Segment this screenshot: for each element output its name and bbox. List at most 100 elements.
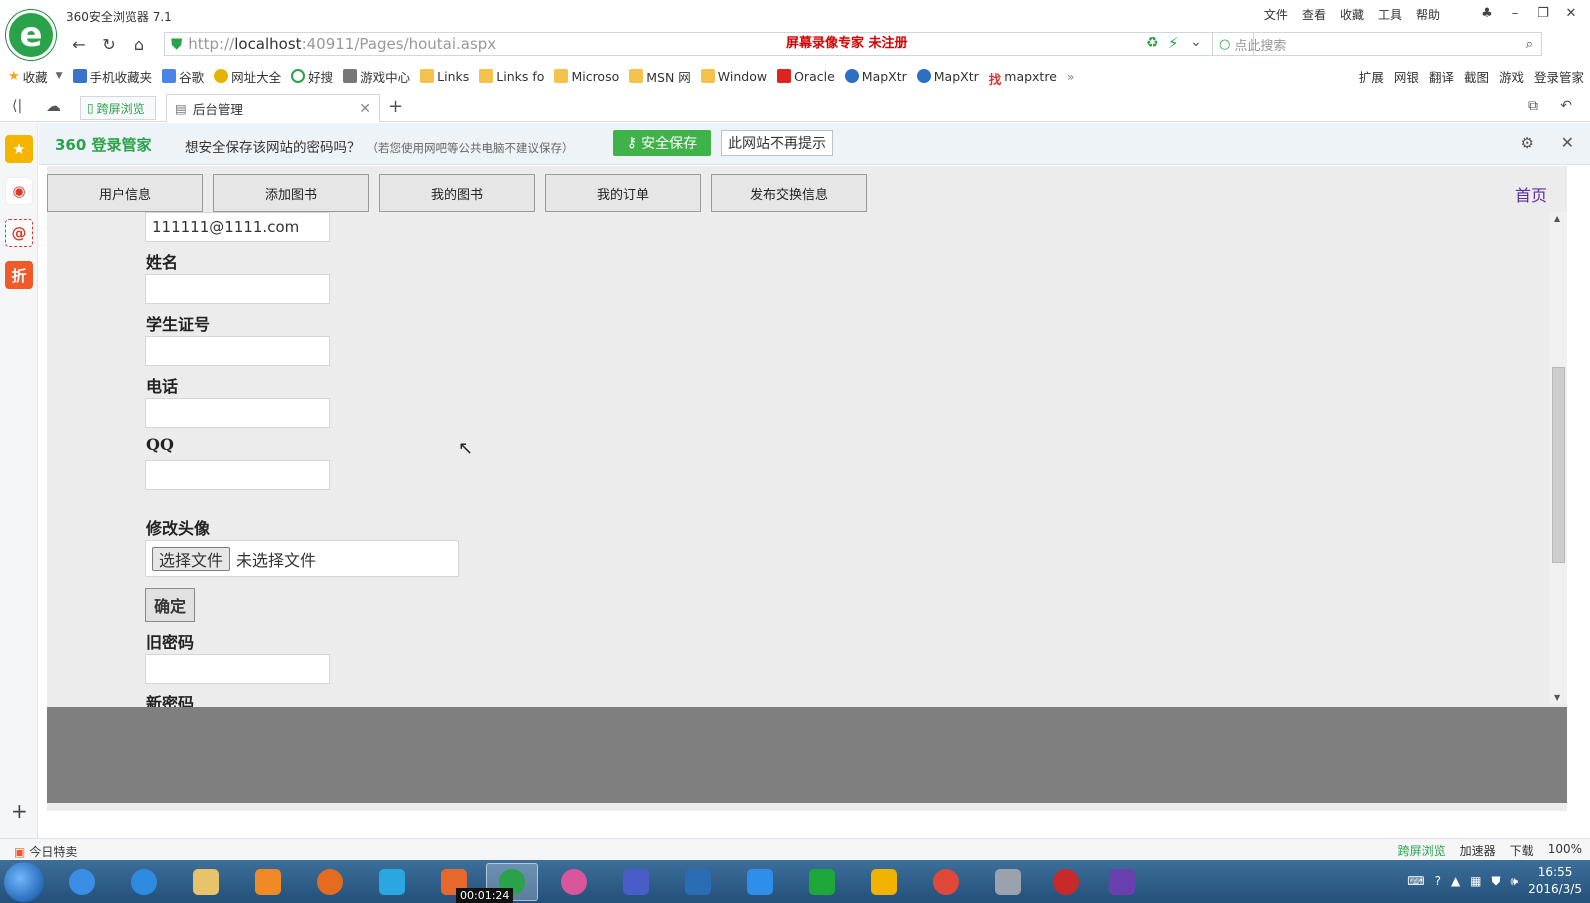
bookmark-item[interactable]: MapXtr xyxy=(844,69,907,84)
gear-icon[interactable]: ⚙ xyxy=(1521,134,1534,152)
cloud-icon[interactable]: ☁ xyxy=(46,97,61,115)
compat-icon[interactable]: ♻ xyxy=(1146,35,1159,51)
photo-icon[interactable] xyxy=(548,863,600,901)
sidebar-toggle-icon[interactable]: ⟨| xyxy=(12,98,22,114)
login-manager-button[interactable]: 登录管家 xyxy=(1534,67,1584,86)
netbank-button[interactable]: 网银 xyxy=(1394,67,1419,86)
refresh-icon[interactable]: ↻ xyxy=(96,32,122,56)
recorder-icon[interactable] xyxy=(1040,863,1092,901)
green-app-icon[interactable] xyxy=(796,863,848,901)
download-button[interactable]: 下载 xyxy=(1510,842,1534,859)
ie-icon[interactable] xyxy=(118,863,170,901)
lightning-icon[interactable]: ⚡ xyxy=(1168,34,1179,52)
weibo-icon[interactable]: ◉ xyxy=(5,177,33,205)
security-icon[interactable]: ⛊ xyxy=(1492,874,1501,889)
secure-save-button[interactable]: ⚷ 安全保存 xyxy=(613,130,711,156)
bookmark-item[interactable]: Microso xyxy=(554,69,619,84)
bookmark-item[interactable]: 谷歌 xyxy=(162,67,204,86)
visual-studio-icon[interactable] xyxy=(1096,863,1148,901)
bookmark-item[interactable]: Links fo xyxy=(479,69,544,84)
computer-icon[interactable] xyxy=(672,863,724,901)
scroll-thumb[interactable] xyxy=(1552,367,1565,563)
infinity-icon[interactable] xyxy=(610,863,662,901)
scroll-up-icon[interactable]: ▲ xyxy=(1554,214,1560,223)
bookmark-item[interactable]: Window xyxy=(700,69,767,84)
bookmark-item[interactable]: MSN 网 xyxy=(629,67,691,86)
bookmark-item[interactable]: ★ 收藏 ▼ xyxy=(8,67,63,86)
bookmark-item[interactable]: 好搜 xyxy=(291,67,333,86)
chevron-down-icon[interactable]: ⌄ xyxy=(1190,34,1202,50)
baidu-icon[interactable] xyxy=(734,863,786,901)
split-browse-status[interactable]: 跨屏浏览 xyxy=(1398,842,1446,859)
bookmark-item[interactable]: 游戏中心 xyxy=(343,67,410,86)
zoom-level[interactable]: 100% xyxy=(1548,842,1582,859)
skin-icon[interactable]: ♣ xyxy=(1474,3,1500,23)
keyboard-icon[interactable]: ⌨ xyxy=(1407,874,1424,888)
student-id-input[interactable] xyxy=(145,336,330,366)
tab-split-browse[interactable]: ▯ 跨屏浏览 xyxy=(80,96,156,120)
mail-icon[interactable]: @ xyxy=(5,219,33,247)
menu-favorites[interactable]: 收藏 xyxy=(1340,6,1364,23)
bookmark-item[interactable]: Links xyxy=(420,69,469,84)
nav-user-info-button[interactable]: 用户信息 xyxy=(47,174,203,212)
add-icon[interactable]: + xyxy=(11,799,28,823)
menu-tools[interactable]: 工具 xyxy=(1378,6,1402,23)
confirm-button[interactable]: 确定 xyxy=(145,588,195,622)
vertical-scrollbar[interactable]: ▲ ▼ xyxy=(1550,212,1567,704)
email-field[interactable]: 111111@1111.com xyxy=(145,212,330,242)
tiles-icon[interactable] xyxy=(858,863,910,901)
minimize-button[interactable]: – xyxy=(1502,3,1528,23)
more-bookmarks-icon[interactable]: » xyxy=(1067,69,1075,84)
bookmark-item[interactable]: 网址大全 xyxy=(214,67,281,86)
start-button[interactable] xyxy=(4,862,44,902)
nav-add-book-button[interactable]: 添加图书 xyxy=(213,174,369,212)
bookmark-item[interactable]: MapXtr xyxy=(916,69,979,84)
tray-expand-icon[interactable]: ▲ xyxy=(1451,874,1460,888)
chevron-down-icon[interactable]: ▼ xyxy=(56,71,63,81)
cloud-app-icon[interactable] xyxy=(366,863,418,901)
taskbar-app-icon[interactable] xyxy=(56,863,108,901)
accelerator-button[interactable]: 加速器 xyxy=(1460,842,1496,859)
app-icon[interactable] xyxy=(304,863,356,901)
phone-input[interactable] xyxy=(145,398,330,428)
search-input[interactable]: ○ 点此搜索 ⌕ xyxy=(1212,32,1542,56)
translate-button[interactable]: 翻译 xyxy=(1429,67,1454,86)
extensions-button[interactable]: 扩展 xyxy=(1359,67,1384,86)
bookmark-item[interactable]: 手机收藏夹 xyxy=(72,67,152,86)
chrome-icon[interactable] xyxy=(920,863,972,901)
tools-icon[interactable] xyxy=(982,863,1034,901)
nav-my-books-button[interactable]: 我的图书 xyxy=(379,174,535,212)
menu-view[interactable]: 查看 xyxy=(1302,6,1326,23)
bookmark-item[interactable]: 找 mapxtre xyxy=(989,69,1057,88)
search-icon[interactable]: ⌕ xyxy=(1526,37,1533,52)
name-input[interactable] xyxy=(145,274,330,304)
maximize-button[interactable]: ❐ xyxy=(1530,3,1556,23)
close-icon[interactable]: ✕ xyxy=(359,101,371,117)
nav-publish-exchange-button[interactable]: 发布交换信息 xyxy=(711,174,867,212)
clock[interactable]: 16:55 2016/3/5 xyxy=(1528,864,1582,898)
restore-tabs-icon[interactable]: ⧉ xyxy=(1528,98,1538,114)
favorites-star-icon[interactable]: ★ xyxy=(5,135,33,163)
discount-icon[interactable]: 折 xyxy=(5,261,33,289)
help-icon[interactable]: ? xyxy=(1435,874,1441,888)
qq-input[interactable] xyxy=(145,460,330,490)
browser-logo-icon[interactable]: e xyxy=(6,10,56,60)
back-icon[interactable]: ← xyxy=(66,32,92,56)
old-password-input[interactable] xyxy=(145,654,330,684)
url-input[interactable]: ⛊ http://localhost:40911/Pages/houtai.as… xyxy=(164,32,1254,56)
close-icon[interactable]: ✕ xyxy=(1561,133,1574,152)
menu-file[interactable]: 文件 xyxy=(1264,6,1288,23)
network-icon[interactable]: ▦ xyxy=(1470,874,1481,888)
close-window-button[interactable]: ✕ xyxy=(1558,3,1584,23)
media-player-icon[interactable] xyxy=(242,863,294,901)
choose-file-button[interactable]: 选择文件 xyxy=(152,546,231,571)
bookmark-item[interactable]: Oracle xyxy=(777,69,835,84)
never-remind-button[interactable]: 此网站不再提示 xyxy=(721,130,833,156)
avatar-file-input[interactable]: 选择文件 未选择文件 xyxy=(145,540,459,577)
volume-icon[interactable]: 🕪 xyxy=(1511,874,1519,889)
tab-houtai[interactable]: ▤ 后台管理 ✕ xyxy=(166,94,380,122)
undo-icon[interactable]: ↶ xyxy=(1560,98,1572,114)
new-tab-button[interactable]: + xyxy=(388,96,403,117)
menu-help[interactable]: 帮助 xyxy=(1416,6,1440,23)
screenshot-button[interactable]: 截图 xyxy=(1464,67,1489,86)
